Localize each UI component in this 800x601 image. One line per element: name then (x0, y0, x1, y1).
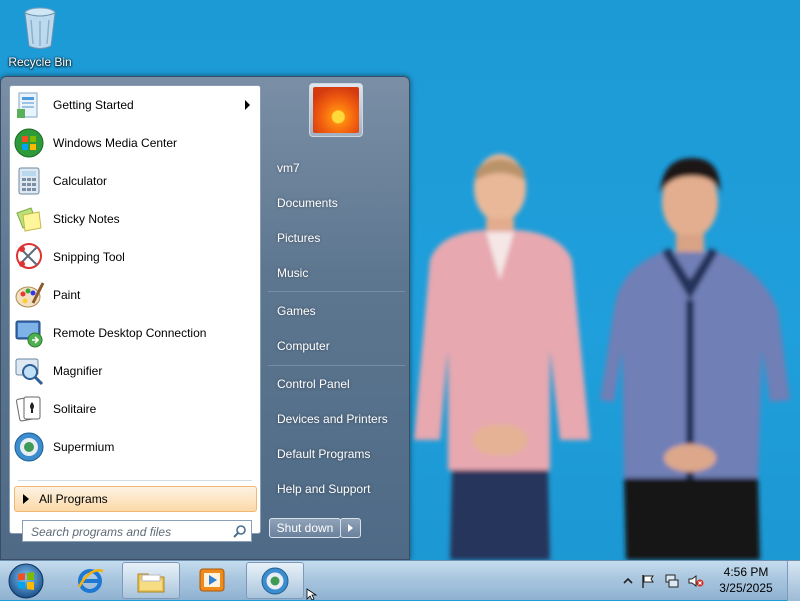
start-menu: Getting Started Windows Media Center Cal… (0, 76, 410, 560)
recycle-bin-icon (24, 7, 56, 49)
program-label: Supermium (53, 440, 115, 454)
place-default-programs[interactable]: Default Programs (264, 439, 409, 469)
taskbar-supermium[interactable] (246, 562, 304, 599)
place-games[interactable]: Games (264, 296, 409, 326)
flower-user-picture (313, 87, 359, 133)
places-separator (268, 365, 405, 366)
sticky-notes-icon (16, 207, 42, 232)
program-magnifier[interactable]: Magnifier (10, 352, 260, 390)
media-center-icon (14, 128, 44, 158)
supermium-icon (261, 567, 289, 595)
desktop-icon-recycle-bin[interactable]: Recycle Bin (6, 6, 74, 69)
all-programs-arrow-icon (23, 494, 29, 504)
program-snipping-tool[interactable]: Snipping Tool (10, 238, 260, 276)
program-label: Snipping Tool (53, 250, 125, 264)
internet-explorer-icon (77, 569, 104, 593)
program-label: Calculator (53, 174, 108, 188)
programs-separator (18, 480, 252, 481)
place-label: Devices and Printers (277, 412, 388, 426)
program-label: Solitaire (53, 402, 97, 416)
program-sticky-notes[interactable]: Sticky Notes (10, 200, 260, 238)
notification-area: 4:56 PM 3/25/2025 (600, 561, 800, 601)
search-box[interactable] (22, 520, 252, 542)
shutdown-options-button[interactable] (340, 518, 361, 538)
program-calculator[interactable]: Calculator (10, 162, 260, 200)
user-picture[interactable] (309, 83, 363, 137)
volume-muted-icon[interactable] (688, 573, 704, 589)
program-windows-media-center[interactable]: Windows Media Center (10, 124, 260, 162)
places-separator (268, 291, 405, 292)
program-getting-started[interactable]: Getting Started (10, 86, 260, 124)
clock-date: 3/25/2025 (719, 581, 773, 595)
clock-time: 4:56 PM (723, 565, 769, 579)
program-label: Remote Desktop Connection (53, 326, 207, 340)
taskbar-file-explorer[interactable] (122, 562, 180, 599)
place-label: Control Panel (277, 377, 350, 391)
place-label: Default Programs (277, 447, 371, 461)
action-center-flag-icon[interactable] (640, 573, 656, 589)
place-label: Music (277, 266, 309, 280)
taskbar: 4:56 PM 3/25/2025 (0, 560, 800, 601)
place-label: Games (277, 304, 316, 318)
wallpaper-photo (414, 154, 790, 560)
start-menu-places-pane: vm7 Documents Pictures Music Games Compu… (264, 77, 409, 561)
shutdown-button[interactable]: Shut down (269, 518, 341, 538)
place-label: Help and Support (277, 482, 371, 496)
place-computer[interactable]: Computer (264, 331, 409, 361)
all-programs-label: All Programs (39, 492, 108, 506)
taskbar-internet-explorer[interactable] (62, 562, 120, 599)
place-control-panel[interactable]: Control Panel (264, 369, 409, 399)
place-label: vm7 (277, 161, 300, 175)
program-label: Paint (53, 288, 81, 302)
snipping-tool-icon (16, 243, 42, 269)
program-paint[interactable]: Paint (10, 276, 260, 314)
network-icon[interactable] (664, 573, 680, 589)
submenu-arrow-icon (245, 100, 250, 110)
place-devices-and-printers[interactable]: Devices and Printers (264, 404, 409, 434)
solitaire-icon (16, 396, 41, 422)
program-solitaire[interactable]: Solitaire (10, 390, 260, 428)
program-label: Magnifier (53, 364, 103, 378)
mouse-cursor-icon (306, 588, 318, 600)
program-label: Getting Started (53, 98, 134, 112)
program-label: Windows Media Center (53, 136, 178, 150)
search-input[interactable] (29, 522, 229, 542)
place-user-folder[interactable]: vm7 (264, 153, 409, 183)
program-list: Getting Started Windows Media Center Cal… (10, 86, 260, 466)
show-desktop-button[interactable] (787, 561, 800, 601)
calculator-icon (18, 167, 40, 195)
recycle-bin-label: Recycle Bin (8, 55, 72, 69)
all-programs-button[interactable]: All Programs (14, 486, 257, 512)
place-music[interactable]: Music (264, 258, 409, 288)
getting-started-icon (17, 92, 38, 118)
start-menu-programs-pane: Getting Started Windows Media Center Cal… (9, 85, 261, 542)
supermium-icon (14, 432, 44, 462)
place-label: Computer (277, 339, 330, 353)
remote-desktop-icon (15, 320, 43, 348)
place-help-and-support[interactable]: Help and Support (264, 474, 409, 504)
place-pictures[interactable]: Pictures (264, 223, 409, 253)
media-player-icon (199, 568, 225, 592)
search-icon[interactable] (233, 524, 247, 538)
program-supermium[interactable]: Supermium (10, 428, 260, 466)
show-hidden-icons-icon[interactable] (620, 573, 636, 589)
program-remote-desktop[interactable]: Remote Desktop Connection (10, 314, 260, 352)
paint-icon (15, 282, 45, 308)
place-label: Pictures (277, 231, 321, 245)
file-explorer-icon (137, 573, 165, 593)
taskbar-media-player[interactable] (184, 562, 242, 599)
clock[interactable]: 4:56 PM 3/25/2025 (714, 564, 778, 596)
start-button[interactable] (6, 562, 46, 600)
program-label: Sticky Notes (53, 212, 120, 226)
place-label: Documents (277, 196, 338, 210)
magnifier-icon (15, 358, 44, 386)
place-documents[interactable]: Documents (264, 188, 409, 218)
